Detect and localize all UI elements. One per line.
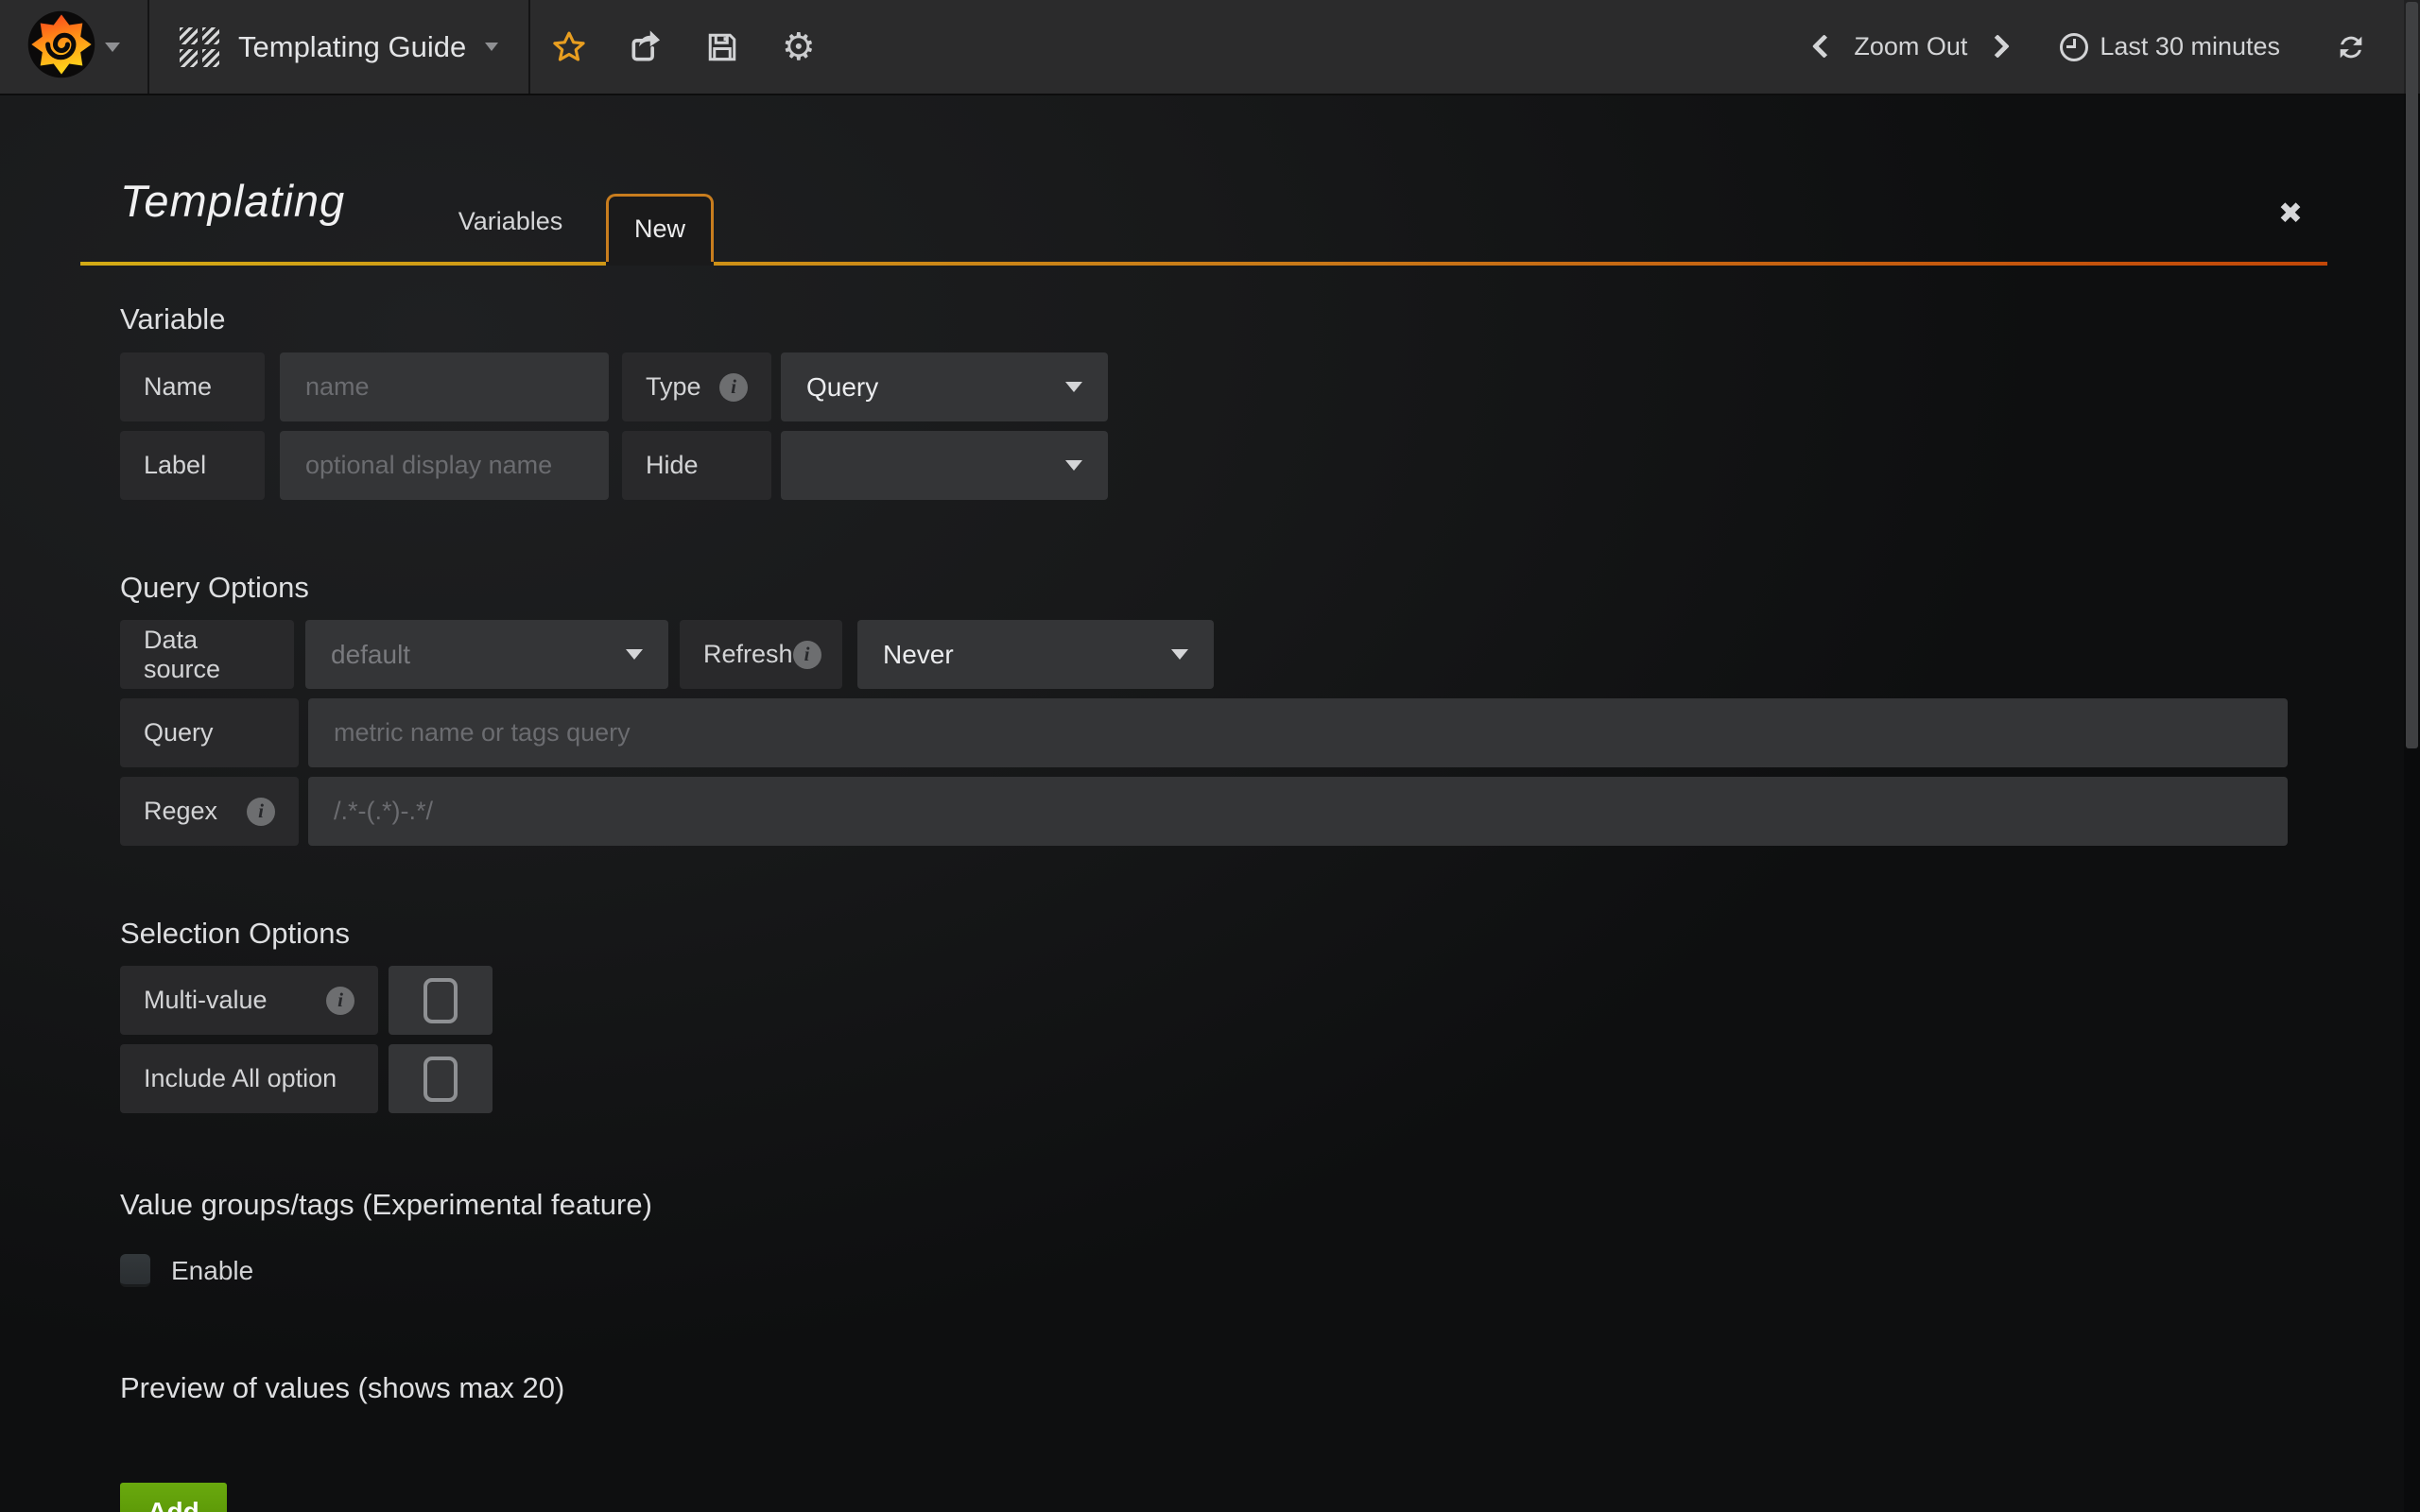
gear-icon: ⚙ bbox=[782, 28, 816, 66]
grafana-app: Templating Guide bbox=[0, 0, 2420, 1512]
regex-info-icon[interactable]: i bbox=[247, 798, 275, 826]
share-icon bbox=[628, 29, 664, 65]
dashboard-picker-caret-icon bbox=[485, 43, 498, 51]
select-caret-icon bbox=[1065, 382, 1082, 392]
time-range-picker[interactable]: Last 30 minutes bbox=[2060, 32, 2280, 61]
templating-header: Templating Variables New ✖ bbox=[80, 95, 2327, 262]
selection-options-section: Selection Options Multi-value i Include … bbox=[120, 916, 2288, 1113]
variable-name-row: Name Type i Query bbox=[120, 352, 2288, 421]
refresh-button[interactable] bbox=[2335, 31, 2367, 63]
enable-label: Enable bbox=[171, 1256, 253, 1286]
time-shift-back-button[interactable] bbox=[1810, 38, 1829, 57]
dashboard-title-button[interactable]: Templating Guide bbox=[149, 0, 530, 94]
multi-value-row: Multi-value i bbox=[120, 966, 2288, 1035]
select-caret-icon bbox=[1065, 460, 1082, 471]
star-dashboard-button[interactable] bbox=[530, 0, 607, 94]
query-label: Query bbox=[120, 698, 299, 767]
checkbox-icon bbox=[424, 1057, 458, 1102]
add-button[interactable]: Add bbox=[120, 1483, 227, 1512]
refresh-label: Refresh i bbox=[680, 620, 842, 689]
datasource-label: Data source bbox=[120, 620, 294, 689]
settings-button[interactable]: ⚙ bbox=[760, 0, 837, 94]
select-caret-icon bbox=[626, 649, 643, 660]
type-select[interactable]: Query bbox=[781, 352, 1108, 421]
templating-panel: Templating Variables New ✖ Variable Name… bbox=[80, 95, 2327, 1512]
datasource-row: Data source default Refresh i Never bbox=[120, 620, 2288, 689]
preview-heading: Preview of values (shows max 20) bbox=[120, 1370, 2288, 1405]
label-label: Label bbox=[120, 431, 265, 500]
query-options-section: Query Options Data source default Refres… bbox=[120, 570, 2288, 846]
dashboard-title: Templating Guide bbox=[238, 30, 466, 64]
time-range-label: Last 30 minutes bbox=[2100, 32, 2280, 61]
clock-icon bbox=[2060, 33, 2088, 61]
multi-value-label: Multi-value i bbox=[120, 966, 378, 1035]
dashboard-icon bbox=[180, 27, 219, 67]
checkbox-icon bbox=[424, 978, 458, 1023]
include-all-label: Include All option bbox=[120, 1044, 378, 1113]
multi-value-info-icon[interactable]: i bbox=[326, 987, 354, 1015]
enable-checkbox[interactable] bbox=[120, 1254, 150, 1287]
enable-row: Enable bbox=[120, 1254, 2288, 1287]
scrollbar-thumb[interactable] bbox=[2406, 2, 2418, 748]
refresh-icon bbox=[2335, 31, 2367, 63]
value-groups-section: Value groups/tags (Experimental feature)… bbox=[120, 1187, 2288, 1287]
navbar-actions: ⚙ bbox=[530, 0, 837, 94]
multi-value-checkbox[interactable] bbox=[389, 966, 493, 1035]
hide-label: Hide bbox=[622, 431, 771, 500]
time-shift-forward-button[interactable] bbox=[1992, 38, 2011, 57]
query-input[interactable] bbox=[308, 698, 2288, 767]
tab-new[interactable]: New bbox=[606, 194, 714, 262]
refresh-info-icon[interactable]: i bbox=[793, 641, 821, 669]
preview-section: Preview of values (shows max 20) bbox=[120, 1370, 2288, 1405]
name-input[interactable] bbox=[280, 352, 609, 421]
value-groups-heading: Value groups/tags (Experimental feature) bbox=[120, 1187, 2288, 1222]
save-icon bbox=[705, 30, 739, 64]
page-title: Templating bbox=[120, 175, 345, 227]
grafana-menu-button[interactable] bbox=[0, 0, 149, 94]
query-row: Query bbox=[120, 698, 2288, 767]
accent-divider bbox=[80, 262, 2327, 266]
regex-label: Regex i bbox=[120, 777, 299, 846]
label-input[interactable] bbox=[280, 431, 609, 500]
type-label: Type i bbox=[622, 352, 771, 421]
variable-label-row: Label Hide bbox=[120, 431, 2288, 500]
include-all-row: Include All option bbox=[120, 1044, 2288, 1113]
zoom-out-button[interactable]: Zoom Out bbox=[1854, 32, 1967, 61]
save-dashboard-button[interactable] bbox=[683, 0, 760, 94]
query-options-heading: Query Options bbox=[120, 570, 2288, 605]
type-info-icon[interactable]: i bbox=[719, 373, 748, 402]
select-caret-icon bbox=[1171, 649, 1188, 660]
grafana-logo-icon bbox=[27, 10, 95, 83]
variable-section: Variable Name Type i Query bbox=[120, 301, 2288, 500]
share-dashboard-button[interactable] bbox=[607, 0, 683, 94]
selection-options-heading: Selection Options bbox=[120, 916, 2288, 951]
navbar-time-controls: Zoom Out Last 30 minutes bbox=[1810, 0, 2420, 94]
scrollbar-track[interactable] bbox=[2404, 0, 2420, 1512]
org-switch-caret-icon bbox=[105, 43, 120, 52]
variable-heading: Variable bbox=[120, 301, 2288, 336]
name-label: Name bbox=[120, 352, 265, 421]
tab-variables[interactable]: Variables bbox=[440, 207, 581, 236]
include-all-checkbox[interactable] bbox=[389, 1044, 493, 1113]
hide-select[interactable] bbox=[781, 431, 1108, 500]
regex-input[interactable] bbox=[308, 777, 2288, 846]
close-icon[interactable]: ✖ bbox=[2278, 199, 2303, 229]
star-icon bbox=[551, 29, 587, 65]
refresh-select[interactable]: Never bbox=[857, 620, 1214, 689]
datasource-select[interactable]: default bbox=[305, 620, 668, 689]
top-navbar: Templating Guide bbox=[0, 0, 2420, 95]
regex-row: Regex i bbox=[120, 777, 2288, 846]
